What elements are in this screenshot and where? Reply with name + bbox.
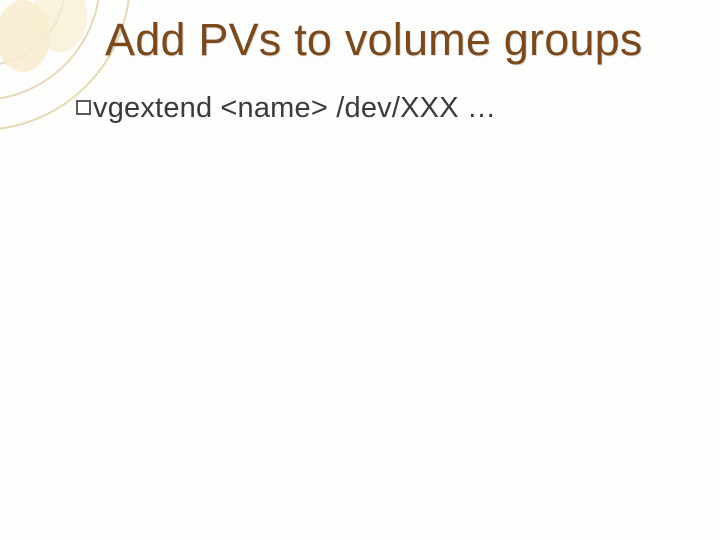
- command-line: vgextend <name> /dev/XXX …: [76, 92, 496, 125]
- command-args: <name> /dev/XXX …: [220, 92, 496, 124]
- corner-arcs-decoration: [0, 0, 720, 540]
- bullet-square-icon: [76, 100, 91, 115]
- command-name: vgextend: [93, 92, 212, 124]
- slide: Add PVs to volume groups vgextend <name>…: [0, 0, 720, 540]
- slide-title: Add PVs to volume groups: [105, 14, 643, 66]
